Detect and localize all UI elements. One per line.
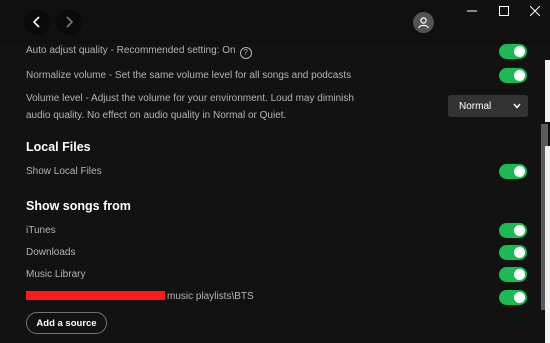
toggle-knob xyxy=(514,247,525,258)
source-label-music-library: Music Library xyxy=(26,269,86,280)
auto-adjust-quality-toggle[interactable] xyxy=(499,44,527,59)
toggle-knob xyxy=(514,166,525,177)
forward-button[interactable] xyxy=(56,9,82,35)
source-toggle-downloads[interactable] xyxy=(499,245,527,260)
background-window-edge xyxy=(545,60,550,122)
profile-button[interactable] xyxy=(413,12,434,33)
normalize-volume-toggle[interactable] xyxy=(499,68,527,83)
close-icon xyxy=(530,6,540,16)
add-source-button[interactable]: Add a source xyxy=(26,312,107,334)
redaction-mark xyxy=(26,291,165,300)
source-toggle-itunes[interactable] xyxy=(499,223,527,238)
toggle-knob xyxy=(514,46,525,57)
show-local-files-toggle[interactable] xyxy=(499,164,527,179)
volume-level-select[interactable]: Normal xyxy=(448,95,528,117)
auto-adjust-quality-row: Auto adjust quality - Recommended settin… xyxy=(26,45,252,59)
auto-adjust-quality-label: Auto adjust quality - Recommended settin… xyxy=(26,45,236,56)
volume-level-line-1: Volume level - Adjust the volume for you… xyxy=(26,93,354,104)
settings-content: Auto adjust quality - Recommended settin… xyxy=(0,44,540,343)
volume-level-value: Normal xyxy=(459,100,492,112)
spotify-window: Auto adjust quality - Recommended settin… xyxy=(0,0,550,343)
back-button[interactable] xyxy=(24,9,50,35)
minimize-button[interactable] xyxy=(456,0,488,22)
show-local-files-label: Show Local Files xyxy=(26,166,102,177)
maximize-icon xyxy=(499,6,509,16)
normalize-volume-label: Normalize volume - Set the same volume l… xyxy=(26,70,352,81)
toggle-knob xyxy=(514,292,525,303)
source-label-downloads: Downloads xyxy=(26,247,76,258)
background-window-edge xyxy=(545,146,550,343)
source-toggle-music-library[interactable] xyxy=(499,267,527,282)
user-icon xyxy=(418,17,429,29)
maximize-button[interactable] xyxy=(488,0,520,22)
title-bar xyxy=(0,0,550,44)
chevron-down-icon xyxy=(513,103,521,109)
chevron-right-icon xyxy=(66,16,74,28)
local-files-heading: Local Files xyxy=(26,140,91,154)
source-label-itunes: iTunes xyxy=(26,225,56,236)
close-button[interactable] xyxy=(519,0,550,22)
show-songs-from-heading: Show songs from xyxy=(26,199,131,213)
volume-level-description: Volume level - Adjust the volume for you… xyxy=(26,90,426,124)
source-label-bts: music playlists\BTS xyxy=(167,291,254,302)
chevron-left-icon xyxy=(32,16,40,28)
source-toggle-bts[interactable] xyxy=(499,290,527,305)
help-icon[interactable]: ? xyxy=(239,46,252,59)
toggle-knob xyxy=(514,269,525,280)
toggle-knob xyxy=(514,225,525,236)
toggle-knob xyxy=(514,70,525,81)
minimize-icon xyxy=(467,10,477,12)
volume-level-line-2: audio quality. No effect on audio qualit… xyxy=(26,110,287,121)
source-row-bts: music playlists\BTS xyxy=(26,291,254,302)
